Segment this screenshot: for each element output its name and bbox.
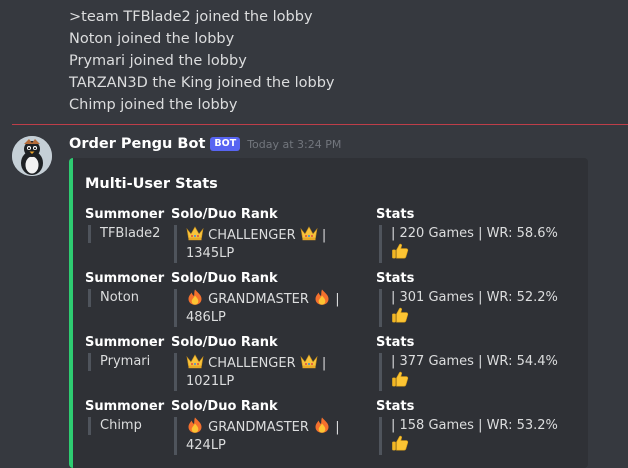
lobby-message: Chimp joined the lobby bbox=[69, 97, 238, 113]
rank-separator: | bbox=[335, 420, 340, 435]
stats-field-name: Stats bbox=[376, 335, 415, 350]
message-header: Order Pengu Bot BOT Today at 3:24 PM bbox=[69, 136, 341, 152]
new-messages-divider bbox=[12, 124, 628, 125]
rank-tier: CHALLENGER bbox=[208, 356, 296, 371]
timestamp: Today at 3:24 PM bbox=[247, 137, 342, 151]
summoner-value: Noton bbox=[88, 289, 170, 307]
summoner-name: Chimp bbox=[100, 418, 142, 433]
rank-tier: GRANDMASTER bbox=[208, 292, 309, 307]
thumbs-up-icon bbox=[391, 371, 409, 387]
rank-tier: GRANDMASTER bbox=[208, 420, 309, 435]
league-points: 1021LP bbox=[186, 374, 235, 389]
stats-value: | 158 Games | WR: 53.2% bbox=[379, 417, 577, 455]
thumbs-up-icon bbox=[391, 435, 409, 451]
summoner-name: TFBlade2 bbox=[100, 226, 161, 241]
crown-icon bbox=[300, 225, 318, 241]
summoner-value: TFBlade2 bbox=[88, 225, 170, 243]
fire-icon bbox=[313, 417, 331, 433]
crown-icon bbox=[186, 353, 204, 369]
fire-icon bbox=[186, 289, 204, 305]
stats-field-name: Stats bbox=[376, 207, 415, 222]
rank-value: CHALLENGER | 1345LP bbox=[174, 225, 344, 263]
summoner-field-name: Summoner bbox=[85, 207, 165, 222]
lobby-message: Noton joined the lobby bbox=[69, 31, 235, 47]
summoner-name: Prymari bbox=[100, 354, 151, 369]
lobby-message: TARZAN3D the King joined the lobby bbox=[69, 75, 335, 91]
summoner-value: Prymari bbox=[88, 353, 170, 371]
stats-embed: Multi-User Stats Summoner Solo/Duo Rank … bbox=[69, 158, 588, 468]
stats-value: | 301 Games | WR: 52.2% bbox=[379, 289, 577, 327]
crown-icon bbox=[300, 353, 318, 369]
league-points: 1345LP bbox=[186, 246, 235, 261]
author-name[interactable]: Order Pengu Bot bbox=[69, 136, 205, 152]
summoner-value: Chimp bbox=[88, 417, 170, 435]
stats-text: | 158 Games | WR: 53.2% bbox=[391, 418, 558, 433]
rank-field-name: Solo/Duo Rank bbox=[171, 399, 278, 414]
stats-field-name: Stats bbox=[376, 399, 415, 414]
stats-field-name: Stats bbox=[376, 271, 415, 286]
rank-separator: | bbox=[321, 228, 327, 243]
fire-icon bbox=[313, 289, 331, 305]
stats-value: | 377 Games | WR: 54.4% bbox=[379, 353, 577, 391]
lobby-message: Prymari joined the lobby bbox=[69, 53, 247, 69]
rank-field-name: Solo/Duo Rank bbox=[171, 207, 278, 222]
previous-messages: >team TFBlade2 joined the lobby Noton jo… bbox=[69, 6, 335, 116]
thumbs-up-icon bbox=[391, 243, 409, 259]
stats-value: | 220 Games | WR: 58.6% bbox=[379, 225, 577, 263]
rank-value: CHALLENGER | 1021LP bbox=[174, 353, 344, 391]
stats-text: | 301 Games | WR: 52.2% bbox=[391, 290, 558, 305]
bot-tag: BOT bbox=[210, 137, 241, 151]
summoner-field-name: Summoner bbox=[85, 271, 165, 286]
rank-value: GRANDMASTER | 424LP bbox=[174, 417, 344, 455]
embed-title: Multi-User Stats bbox=[85, 176, 218, 192]
thumbs-up-icon bbox=[391, 307, 409, 323]
rank-separator: | bbox=[335, 292, 340, 307]
summoner-name: Noton bbox=[100, 290, 139, 305]
league-points: 424LP bbox=[186, 438, 226, 453]
crown-icon bbox=[186, 225, 204, 241]
rank-field-name: Solo/Duo Rank bbox=[171, 271, 278, 286]
league-points: 486LP bbox=[186, 310, 226, 325]
lobby-message: >team TFBlade2 joined the lobby bbox=[69, 9, 313, 25]
stats-text: | 220 Games | WR: 58.6% bbox=[391, 226, 558, 241]
stats-text: | 377 Games | WR: 54.4% bbox=[391, 354, 558, 369]
fire-icon bbox=[186, 417, 204, 433]
penguin-avatar-icon[interactable] bbox=[12, 136, 52, 176]
summoner-field-name: Summoner bbox=[85, 399, 165, 414]
rank-tier: CHALLENGER bbox=[208, 228, 296, 243]
rank-field-name: Solo/Duo Rank bbox=[171, 335, 278, 350]
rank-value: GRANDMASTER | 486LP bbox=[174, 289, 344, 327]
summoner-field-name: Summoner bbox=[85, 335, 165, 350]
rank-separator: | bbox=[321, 356, 327, 371]
